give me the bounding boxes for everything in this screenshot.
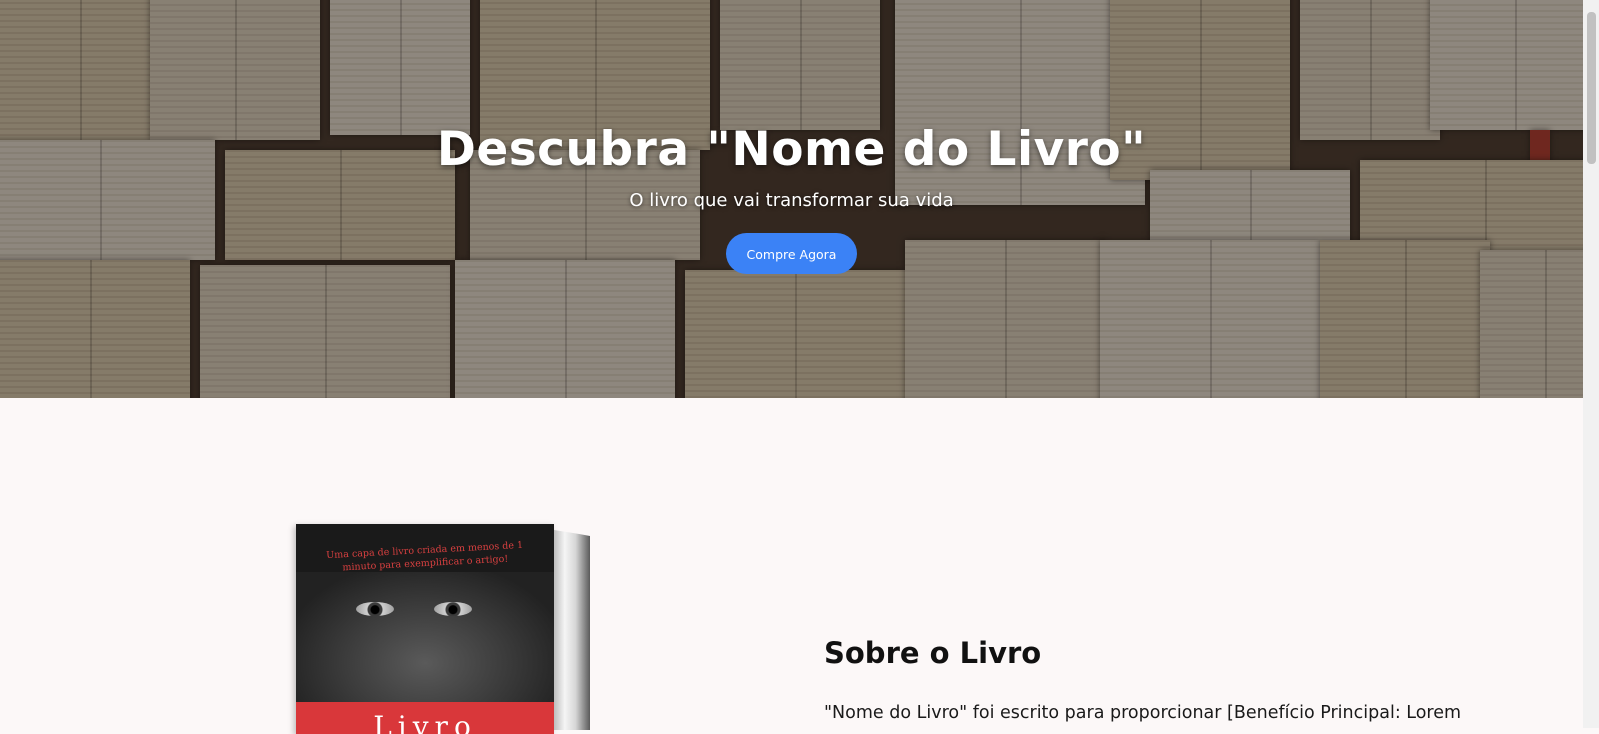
cover-title: Livro [373, 710, 477, 734]
book-cover-image: Uma capa de livro criada em menos de 1 m… [296, 524, 554, 734]
hero-subtitle: O livro que vai transformar sua vida [629, 190, 954, 211]
scrollbar-thumb[interactable] [1587, 12, 1596, 164]
about-section: Uma capa de livro criada em menos de 1 m… [0, 398, 1583, 734]
page-scrollbar[interactable] [1583, 0, 1599, 728]
hero-section: Descubra "Nome do Livro" O livro que vai… [0, 0, 1583, 398]
cover-eye [434, 602, 472, 616]
hero-title: Descubra "Nome do Livro" [436, 122, 1147, 177]
cover-face-image [296, 572, 554, 702]
about-heading: Sobre o Livro [824, 636, 1042, 670]
buy-now-button[interactable]: Compre Agora [726, 233, 857, 274]
cover-eye [356, 602, 394, 616]
book-pages-edge [554, 530, 590, 730]
hero-content: Descubra "Nome do Livro" O livro que vai… [0, 122, 1583, 274]
about-text: "Nome do Livro" foi escrito para proporc… [824, 703, 1462, 723]
